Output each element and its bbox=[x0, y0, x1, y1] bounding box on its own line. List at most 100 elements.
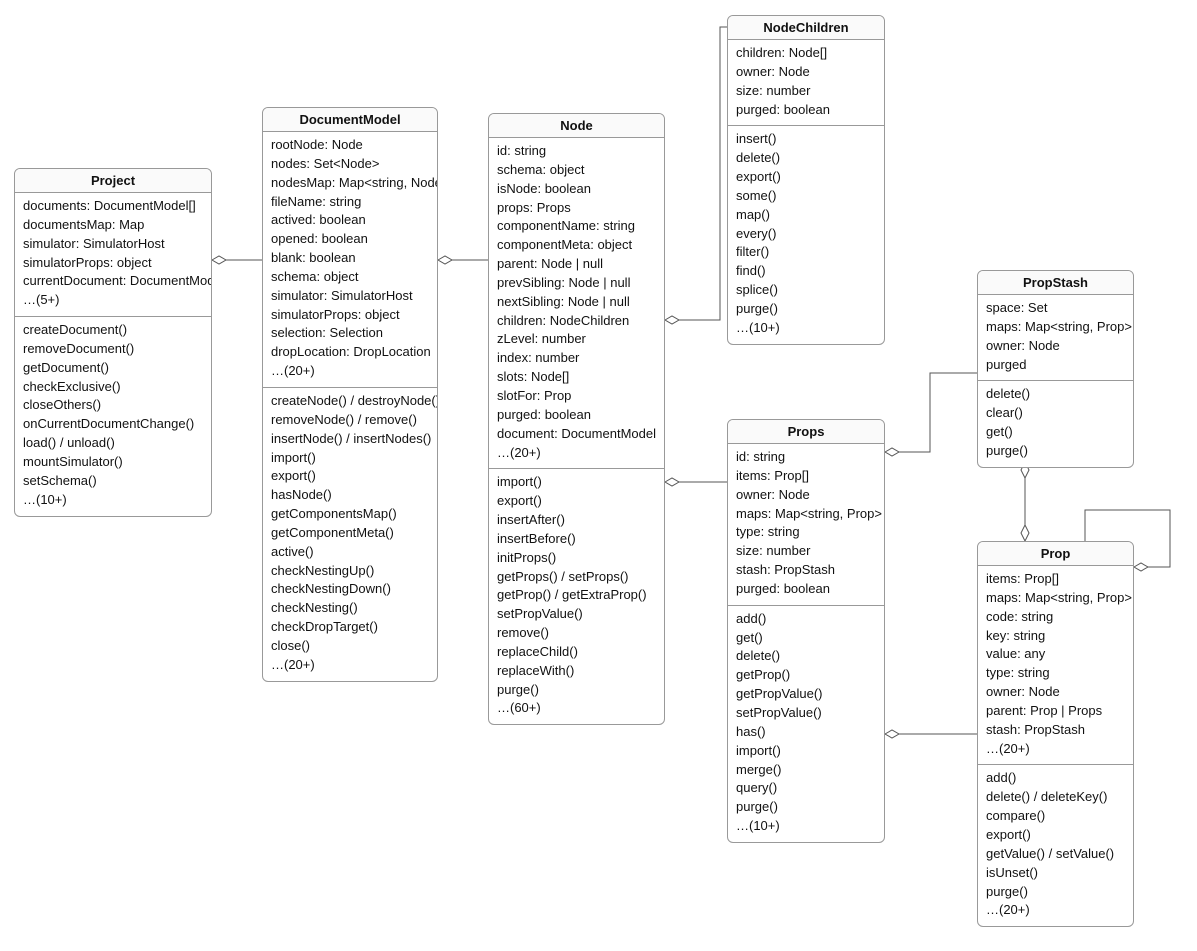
class-member: removeDocument() bbox=[23, 340, 203, 359]
class-propstash: PropStash space: Setmaps: Map<string, Pr… bbox=[977, 270, 1134, 468]
class-member: maps: Map<string, Prop> bbox=[986, 318, 1125, 337]
class-member: load() / unload() bbox=[23, 434, 203, 453]
class-member: hasNode() bbox=[271, 486, 429, 505]
attrs-section: space: Setmaps: Map<string, Prop>owner: … bbox=[978, 295, 1133, 381]
class-member: purge() bbox=[986, 883, 1125, 902]
class-member: schema: object bbox=[271, 268, 429, 287]
class-member: actived: boolean bbox=[271, 211, 429, 230]
class-member: …(20+) bbox=[271, 656, 429, 675]
class-member: type: string bbox=[736, 523, 876, 542]
attrs-section: rootNode: Nodenodes: Set<Node>nodesMap: … bbox=[263, 132, 437, 388]
class-member: componentName: string bbox=[497, 217, 656, 236]
class-member: replaceWith() bbox=[497, 662, 656, 681]
class-member: query() bbox=[736, 779, 876, 798]
class-member: import() bbox=[271, 449, 429, 468]
connector-props-propstash bbox=[885, 373, 977, 452]
class-member: nodes: Set<Node> bbox=[271, 155, 429, 174]
class-member: setPropValue() bbox=[736, 704, 876, 723]
class-member: props: Props bbox=[497, 199, 656, 218]
class-member: getProp() / getExtraProp() bbox=[497, 586, 656, 605]
class-member: size: number bbox=[736, 82, 876, 101]
methods-section: insert()delete()export()some()map()every… bbox=[728, 126, 884, 343]
class-member: isUnset() bbox=[986, 864, 1125, 883]
class-member: purge() bbox=[736, 300, 876, 319]
class-title: PropStash bbox=[978, 271, 1133, 295]
class-member: purge() bbox=[736, 798, 876, 817]
class-prop: Prop items: Prop[]maps: Map<string, Prop… bbox=[977, 541, 1134, 927]
class-member: add() bbox=[736, 610, 876, 629]
class-member: clear() bbox=[986, 404, 1125, 423]
class-member: opened: boolean bbox=[271, 230, 429, 249]
class-member: every() bbox=[736, 225, 876, 244]
class-member: filter() bbox=[736, 243, 876, 262]
class-member: replaceChild() bbox=[497, 643, 656, 662]
class-member: merge() bbox=[736, 761, 876, 780]
class-member: selection: Selection bbox=[271, 324, 429, 343]
class-member: close() bbox=[271, 637, 429, 656]
class-member: …(10+) bbox=[23, 491, 203, 510]
attrs-section: id: stringitems: Prop[]owner: Nodemaps: … bbox=[728, 444, 884, 606]
class-member: createNode() / destroyNode() bbox=[271, 392, 429, 411]
class-member: mountSimulator() bbox=[23, 453, 203, 472]
class-member: add() bbox=[986, 769, 1125, 788]
class-member: export() bbox=[271, 467, 429, 486]
class-member: checkDropTarget() bbox=[271, 618, 429, 637]
class-member: splice() bbox=[736, 281, 876, 300]
class-member: delete() bbox=[736, 149, 876, 168]
class-member: fileName: string bbox=[271, 193, 429, 212]
class-member: getProps() / setProps() bbox=[497, 568, 656, 587]
class-props: Props id: stringitems: Prop[]owner: Node… bbox=[727, 419, 885, 843]
class-member: remove() bbox=[497, 624, 656, 643]
class-member: getValue() / setValue() bbox=[986, 845, 1125, 864]
class-member: checkNesting() bbox=[271, 599, 429, 618]
class-member: removeNode() / remove() bbox=[271, 411, 429, 430]
methods-section: createNode() / destroyNode()removeNode()… bbox=[263, 388, 437, 681]
class-member: …(10+) bbox=[736, 817, 876, 836]
class-member: some() bbox=[736, 187, 876, 206]
class-member: nodesMap: Map<string, Node> bbox=[271, 174, 429, 193]
class-member: …(5+) bbox=[23, 291, 203, 310]
class-member: owner: Node bbox=[736, 486, 876, 505]
class-member: setSchema() bbox=[23, 472, 203, 491]
class-member: …(20+) bbox=[497, 444, 656, 463]
class-member: maps: Map<string, Prop> bbox=[736, 505, 876, 524]
class-member: import() bbox=[736, 742, 876, 761]
class-member: compare() bbox=[986, 807, 1125, 826]
class-member: …(20+) bbox=[271, 362, 429, 381]
class-member: purge() bbox=[497, 681, 656, 700]
class-member: purged: boolean bbox=[497, 406, 656, 425]
class-member: purge() bbox=[986, 442, 1125, 461]
class-member: …(60+) bbox=[497, 699, 656, 718]
class-member: delete() / deleteKey() bbox=[986, 788, 1125, 807]
class-member: id: string bbox=[497, 142, 656, 161]
methods-section: import()export()insertAfter()insertBefor… bbox=[489, 469, 664, 724]
class-nodechildren: NodeChildren children: Node[]owner: Node… bbox=[727, 15, 885, 345]
class-member: simulator: SimulatorHost bbox=[271, 287, 429, 306]
class-member: createDocument() bbox=[23, 321, 203, 340]
attrs-section: documents: DocumentModel[]documentsMap: … bbox=[15, 193, 211, 317]
class-member: children: Node[] bbox=[736, 44, 876, 63]
class-member: active() bbox=[271, 543, 429, 562]
class-member: space: Set bbox=[986, 299, 1125, 318]
attrs-section: children: Node[]owner: Nodesize: numberp… bbox=[728, 40, 884, 126]
class-documentmodel: DocumentModel rootNode: Nodenodes: Set<N… bbox=[262, 107, 438, 682]
class-member: simulatorProps: object bbox=[23, 254, 203, 273]
class-member: checkNestingUp() bbox=[271, 562, 429, 581]
class-member: find() bbox=[736, 262, 876, 281]
class-member: isNode: boolean bbox=[497, 180, 656, 199]
class-member: insertNode() / insertNodes() bbox=[271, 430, 429, 449]
class-member: map() bbox=[736, 206, 876, 225]
class-title: Prop bbox=[978, 542, 1133, 566]
class-member: code: string bbox=[986, 608, 1125, 627]
connector-node-nodechildren bbox=[665, 27, 727, 320]
class-member: items: Prop[] bbox=[986, 570, 1125, 589]
class-title: DocumentModel bbox=[263, 108, 437, 132]
class-member: prevSibling: Node | null bbox=[497, 274, 656, 293]
class-member: blank: boolean bbox=[271, 249, 429, 268]
class-member: getProp() bbox=[736, 666, 876, 685]
class-member: componentMeta: object bbox=[497, 236, 656, 255]
class-member: size: number bbox=[736, 542, 876, 561]
class-member: …(10+) bbox=[736, 319, 876, 338]
class-title: NodeChildren bbox=[728, 16, 884, 40]
class-member: dropLocation: DropLocation bbox=[271, 343, 429, 362]
